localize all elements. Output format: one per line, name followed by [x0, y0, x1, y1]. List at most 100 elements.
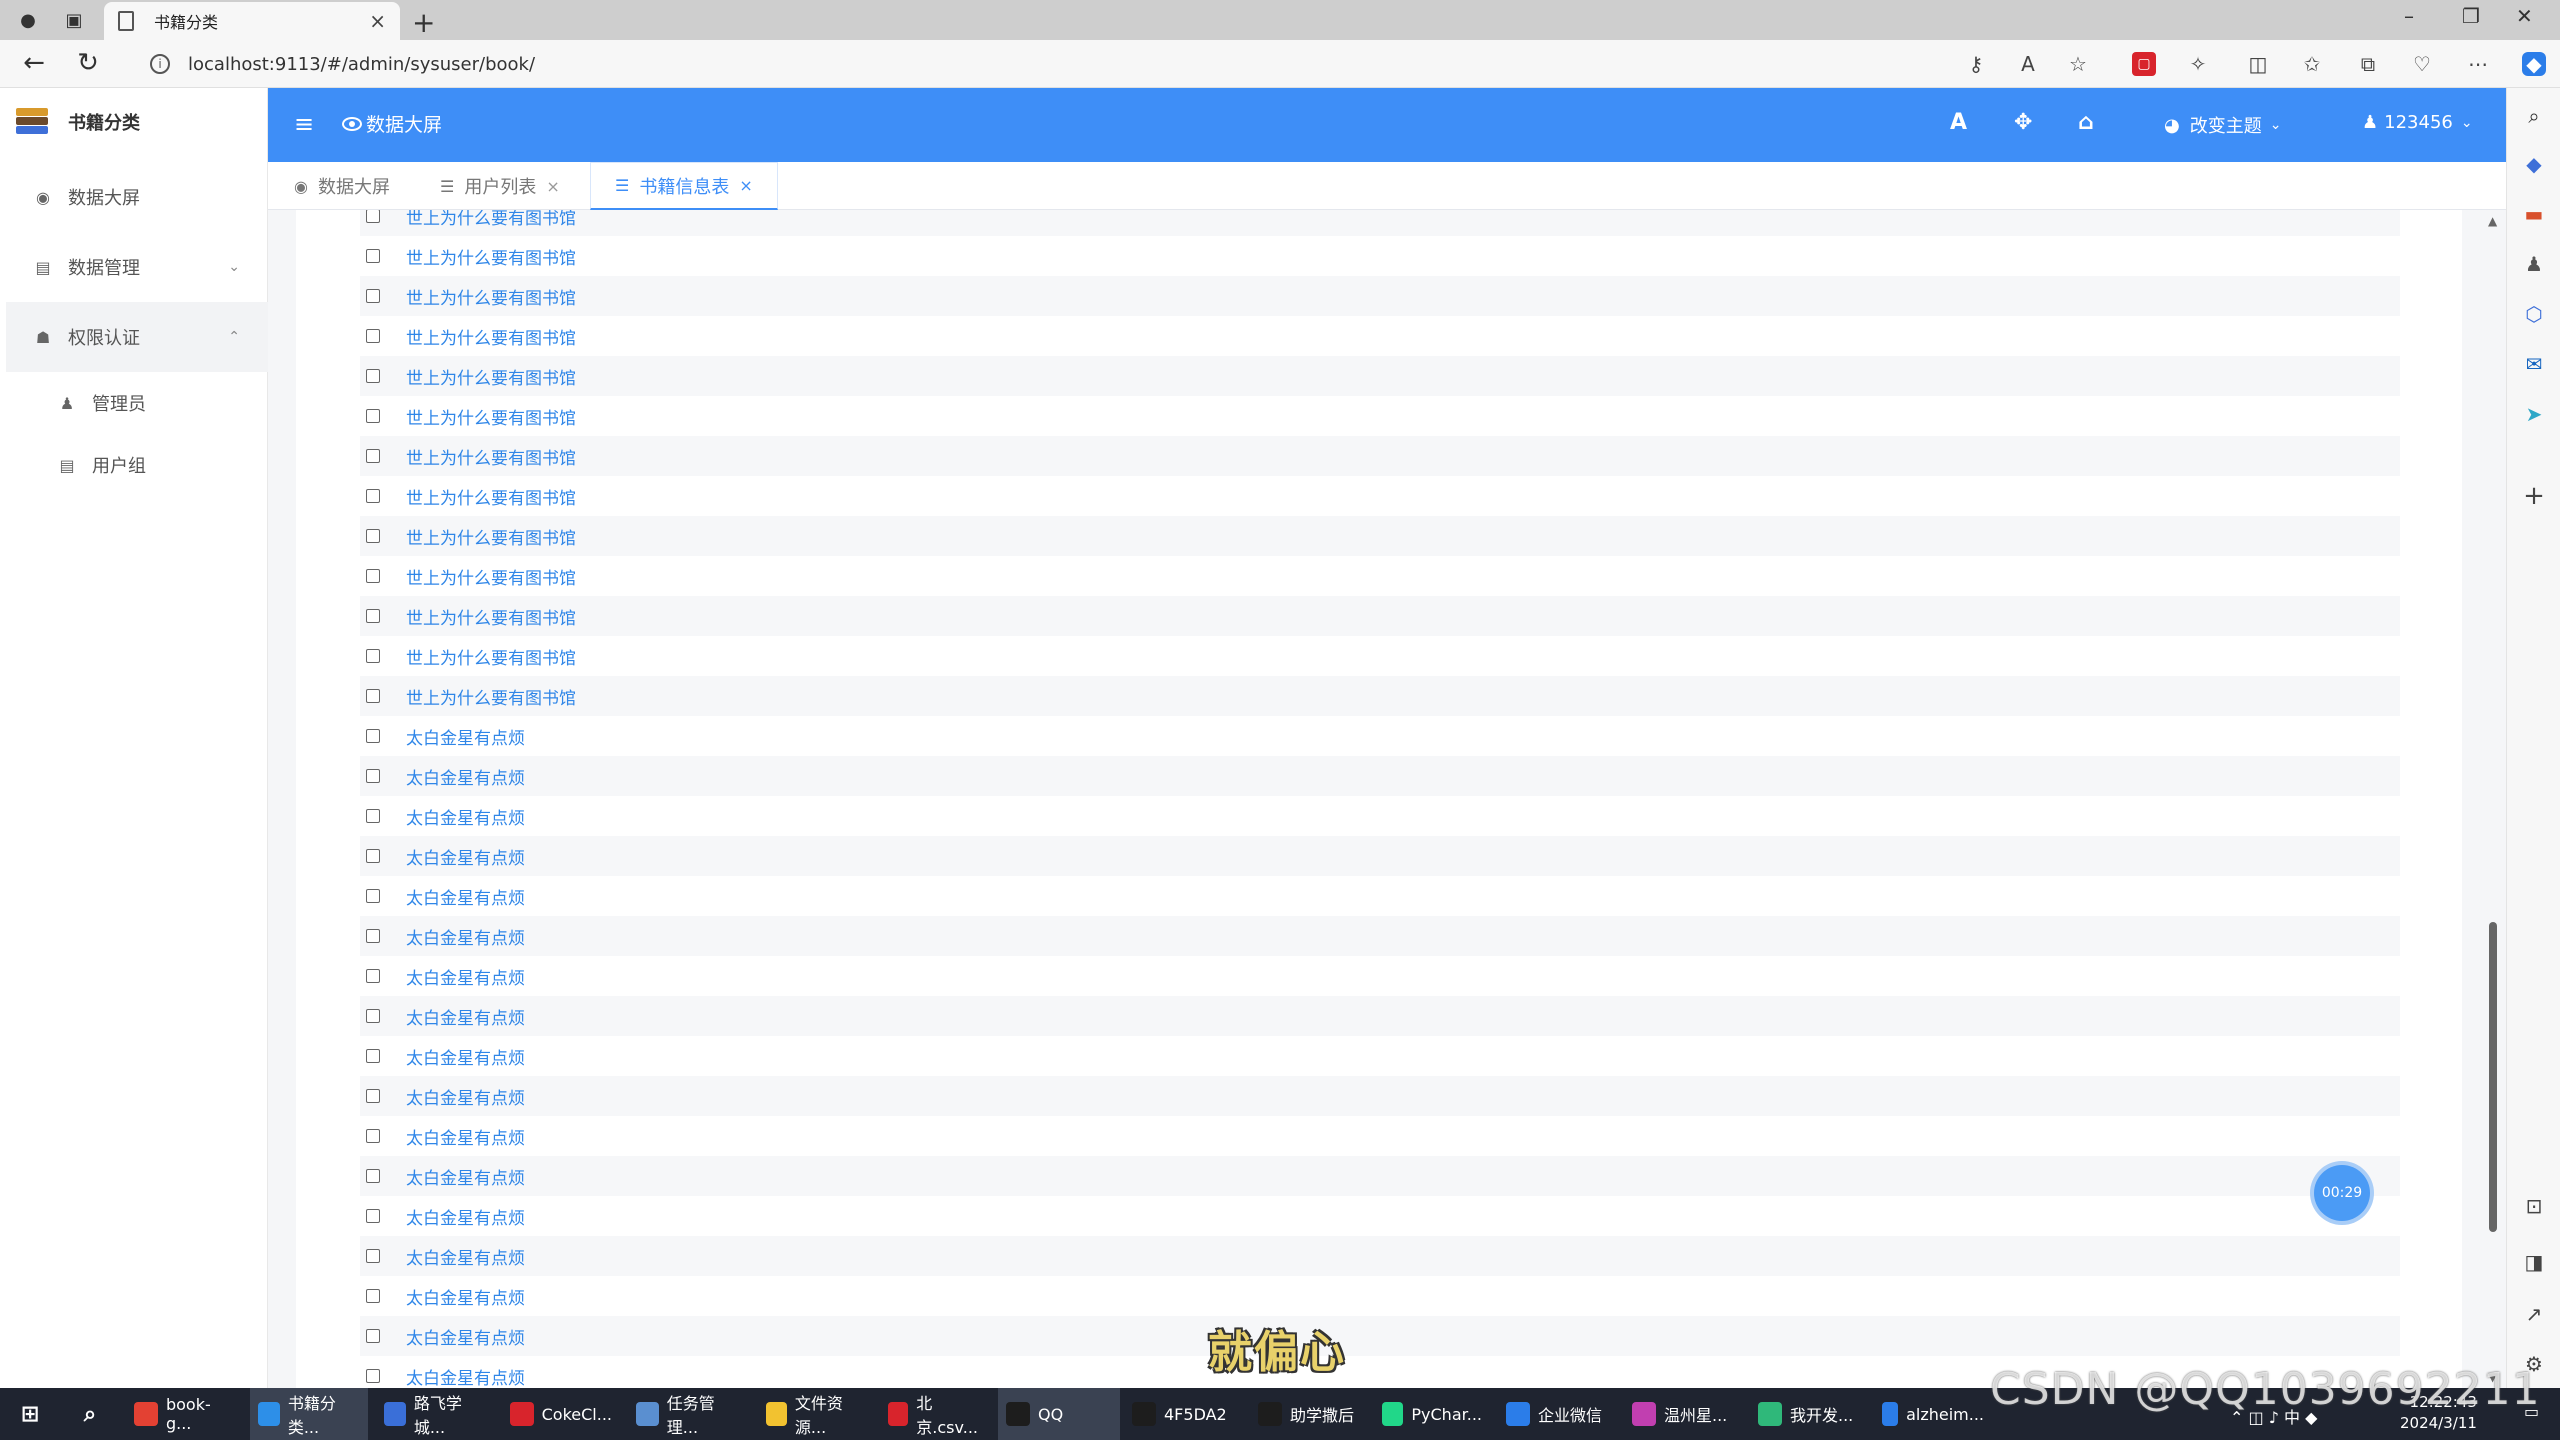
row-checkbox[interactable]	[366, 569, 380, 583]
theme-switch-button[interactable]: ◕ 改变主题 ⌄	[2164, 112, 2281, 138]
book-title-link[interactable]: 世上为什么要有图书馆	[406, 684, 576, 709]
row-checkbox[interactable]	[366, 369, 380, 383]
book-title-link[interactable]: 太白金星有点烦	[406, 884, 525, 909]
row-checkbox[interactable]	[366, 689, 380, 703]
book-title-link[interactable]: 世上为什么要有图书馆	[406, 604, 576, 629]
close-tab-icon[interactable]: ×	[546, 177, 559, 196]
timer-bubble[interactable]: 00:29	[2314, 1165, 2370, 1221]
more-menu-icon[interactable]: ⋯	[2466, 52, 2490, 76]
profile-icon[interactable]: ●	[16, 8, 40, 32]
taskbar-app[interactable]: 4F5DA2	[1124, 1388, 1242, 1440]
row-checkbox[interactable]	[366, 1209, 380, 1223]
row-checkbox[interactable]	[366, 1249, 380, 1263]
row-checkbox[interactable]	[366, 489, 380, 503]
office-icon[interactable]: ⬡	[2522, 302, 2546, 326]
book-title-link[interactable]: 太白金星有点烦	[406, 1364, 525, 1389]
minimize-button[interactable]: –	[2404, 4, 2414, 28]
row-checkbox[interactable]	[366, 1289, 380, 1303]
row-checkbox[interactable]	[366, 449, 380, 463]
read-aloud-icon[interactable]: A	[2016, 52, 2040, 76]
start-button[interactable]: ⊞	[10, 1388, 58, 1440]
book-title-link[interactable]: 世上为什么要有图书馆	[406, 404, 576, 429]
row-checkbox[interactable]	[366, 529, 380, 543]
submenu-item-user-group[interactable]: ▤ 用户组	[6, 434, 268, 496]
row-checkbox[interactable]	[366, 889, 380, 903]
close-tab-icon[interactable]: ×	[739, 176, 752, 195]
split-screen-icon[interactable]: ◫	[2246, 52, 2270, 76]
book-title-link[interactable]: 世上为什么要有图书馆	[406, 644, 576, 669]
screenshot-icon[interactable]: ⊡	[2522, 1194, 2546, 1218]
add-sidebar-app-icon[interactable]: +	[2522, 483, 2546, 509]
submenu-item-admin[interactable]: ♟ 管理员	[6, 372, 268, 434]
row-checkbox[interactable]	[366, 249, 380, 263]
refresh-button[interactable]: ↻	[72, 48, 104, 78]
taskbar-app[interactable]: 助学撒后	[1250, 1388, 1368, 1440]
outlook-icon[interactable]: ✉	[2522, 352, 2546, 376]
tab-actions-icon[interactable]: ▣	[62, 8, 86, 32]
book-title-link[interactable]: 太白金星有点烦	[406, 1004, 525, 1029]
home-icon[interactable]: ⌂	[2078, 110, 2094, 135]
book-title-link[interactable]: 世上为什么要有图书馆	[406, 244, 576, 269]
url-field[interactable]: i localhost:9113/#/admin/sysuser/book/	[130, 46, 1990, 82]
tab-dashboard[interactable]: ◉ 数据大屏	[280, 162, 404, 210]
taskbar-app[interactable]: 路飞学城...	[376, 1388, 494, 1440]
row-checkbox[interactable]	[366, 1009, 380, 1023]
row-checkbox[interactable]	[366, 210, 380, 223]
favorite-star-icon[interactable]: ☆	[2066, 52, 2090, 76]
fullscreen-icon[interactable]: ✥	[2014, 110, 2032, 135]
scroll-thumb[interactable]	[2489, 922, 2497, 1232]
taskbar-app[interactable]: 温州星...	[1624, 1388, 1742, 1440]
book-title-link[interactable]: 太白金星有点烦	[406, 1244, 525, 1269]
book-title-link[interactable]: 世上为什么要有图书馆	[406, 210, 576, 229]
extension-icon[interactable]: ▢	[2132, 52, 2156, 76]
extensions-puzzle-icon[interactable]: ✧	[2186, 52, 2210, 76]
row-checkbox[interactable]	[366, 289, 380, 303]
row-checkbox[interactable]	[366, 1369, 380, 1383]
collections-icon[interactable]: ⧉	[2356, 52, 2380, 76]
row-checkbox[interactable]	[366, 809, 380, 823]
menu-item-dashboard[interactable]: ◉ 数据大屏	[6, 162, 268, 232]
search-icon[interactable]: ⌕	[2522, 104, 2546, 128]
site-info-icon[interactable]: i	[150, 54, 170, 74]
book-title-link[interactable]: 世上为什么要有图书馆	[406, 324, 576, 349]
row-checkbox[interactable]	[366, 969, 380, 983]
row-checkbox[interactable]	[366, 1329, 380, 1343]
menu-item-data-management[interactable]: ▤ 数据管理 ⌄	[6, 232, 268, 302]
book-title-link[interactable]: 世上为什么要有图书馆	[406, 524, 576, 549]
external-link-icon[interactable]: ↗	[2522, 1302, 2546, 1326]
book-title-link[interactable]: 太白金星有点烦	[406, 804, 525, 829]
row-checkbox[interactable]	[366, 1049, 380, 1063]
row-checkbox[interactable]	[366, 729, 380, 743]
book-title-link[interactable]: 太白金星有点烦	[406, 964, 525, 989]
book-title-link[interactable]: 太白金星有点烦	[406, 1204, 525, 1229]
book-title-link[interactable]: 太白金星有点烦	[406, 1044, 525, 1069]
font-size-icon[interactable]: A	[1950, 110, 1967, 135]
copilot-icon[interactable]: ◆	[2522, 52, 2546, 76]
row-checkbox[interactable]	[366, 329, 380, 343]
taskbar-app[interactable]: CokeCl...	[502, 1388, 620, 1440]
taskbar-app[interactable]: alzheim...	[1874, 1388, 1992, 1440]
hide-sidebar-icon[interactable]: ◨	[2522, 1250, 2546, 1274]
row-checkbox[interactable]	[366, 1169, 380, 1183]
book-title-link[interactable]: 太白金星有点烦	[406, 1124, 525, 1149]
book-title-link[interactable]: 太白金星有点烦	[406, 1324, 525, 1349]
header-title[interactable]: 数据大屏	[342, 110, 442, 137]
taskbar-app[interactable]: book-g...	[126, 1388, 244, 1440]
tab-book-info[interactable]: ☰ 书籍信息表 ×	[590, 162, 778, 210]
taskbar-app[interactable]: 任务管理...	[628, 1388, 750, 1440]
book-title-link[interactable]: 太白金星有点烦	[406, 1164, 525, 1189]
row-checkbox[interactable]	[366, 1129, 380, 1143]
taskbar-app[interactable]: 北京.csv...	[880, 1388, 990, 1440]
book-title-link[interactable]: 太白金星有点烦	[406, 924, 525, 949]
row-checkbox[interactable]	[366, 409, 380, 423]
favorites-icon[interactable]: ✩	[2300, 52, 2324, 76]
drop-icon[interactable]: ➤	[2522, 402, 2546, 426]
book-title-link[interactable]: 世上为什么要有图书馆	[406, 364, 576, 389]
shopping-tag-icon[interactable]: ◆	[2522, 152, 2546, 176]
book-title-link[interactable]: 世上为什么要有图书馆	[406, 284, 576, 309]
row-checkbox[interactable]	[366, 609, 380, 623]
book-title-link[interactable]: 世上为什么要有图书馆	[406, 484, 576, 509]
tools-icon[interactable]: ▬	[2522, 202, 2546, 226]
new-tab-button[interactable]: +	[412, 6, 435, 39]
close-window-button[interactable]: ✕	[2516, 4, 2533, 28]
